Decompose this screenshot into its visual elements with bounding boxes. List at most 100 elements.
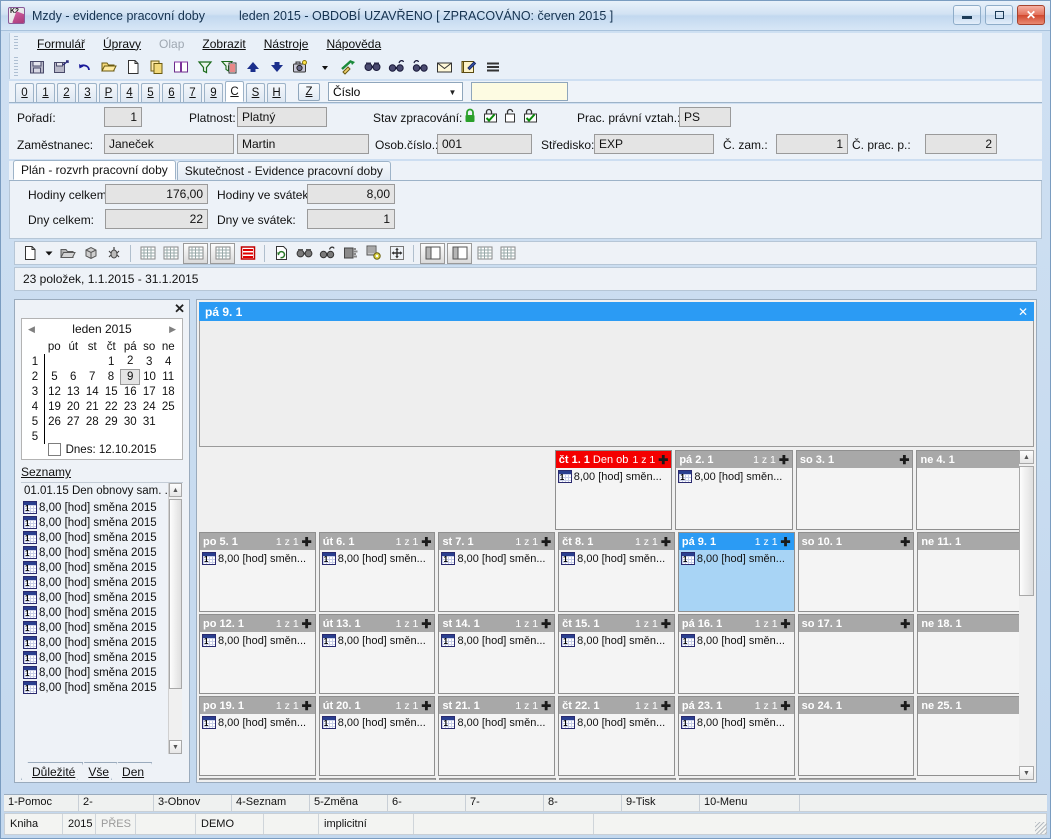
day-cell-body[interactable]: 8,00 [hod] směn...	[319, 632, 435, 693]
hodiny-celkem-field[interactable]: 176,00	[105, 184, 208, 204]
list-item[interactable]: 8,00 [hod] směna 2015	[21, 635, 183, 650]
day-event[interactable]: 8,00 [hod] směn...	[678, 470, 790, 483]
delete-bug-icon[interactable]	[103, 243, 124, 264]
day-event[interactable]: 8,00 [hod] směn...	[202, 634, 313, 647]
day-cell-body[interactable]: 8,00 [hod] směn...	[559, 714, 674, 775]
day-cell[interactable]: po 26. 11 z 1✚	[199, 778, 316, 780]
calendar-day-17[interactable]: 17	[140, 384, 159, 399]
day-cell[interactable]: út 20. 1 1 z 1✚ 8,00 [hod] směn...	[318, 696, 436, 776]
day-event[interactable]: 8,00 [hod] směn...	[441, 716, 552, 729]
lock-green-icon[interactable]	[464, 108, 476, 127]
day-cell-body[interactable]	[798, 714, 914, 775]
day-cell-header[interactable]: út 20. 1 1 z 1 ✚	[319, 697, 435, 714]
list-item[interactable]: 8,00 [hod] směna 2015	[21, 650, 183, 665]
day-cell[interactable]: út 6. 1 1 z 1✚ 8,00 [hod] směn...	[318, 532, 436, 612]
day-cell[interactable]: so 3. 1 ✚	[795, 450, 914, 530]
tab-vse[interactable]: Vše	[77, 762, 117, 780]
day-cell[interactable]: ne 4. 1✚	[916, 450, 1034, 530]
calendar-day-4[interactable]: 4	[159, 354, 178, 369]
list-item[interactable]: 8,00 [hod] směna 2015	[21, 515, 183, 530]
shift-list-scrollbar[interactable]: ▲ ▼	[168, 483, 182, 754]
day-event[interactable]: 8,00 [hod] směn...	[321, 716, 433, 729]
calendar-day-20[interactable]: 20	[64, 399, 83, 414]
day-cell-body[interactable]	[798, 632, 914, 693]
day-cell-body[interactable]: 8,00 [hod] směn...	[319, 714, 435, 775]
function-key-7[interactable]: 7-	[466, 795, 544, 811]
calendar-day-3[interactable]: 3	[140, 354, 159, 369]
add-item-icon[interactable]: ✚	[661, 618, 671, 630]
day-cell-header[interactable]: ne 18. 1✚	[918, 615, 1034, 632]
day-cell-body[interactable]: 8,00 [hod] směn...	[676, 468, 792, 529]
add-item-icon[interactable]: ✚	[541, 700, 551, 712]
filter-list-icon[interactable]	[218, 56, 239, 77]
poradi-field[interactable]: 1	[104, 107, 142, 127]
search-input[interactable]	[471, 82, 568, 101]
day-cell-body[interactable]	[796, 468, 913, 529]
menu-item-zobrazit[interactable]: Zobrazit	[193, 35, 254, 53]
day-event[interactable]: 8,00 [hod] směn...	[441, 552, 552, 565]
calendar-day-13[interactable]: 13	[64, 384, 83, 399]
split-right-icon[interactable]	[447, 242, 472, 264]
day-cell-header[interactable]: čt 22. 1 1 z 1 ✚	[559, 697, 674, 714]
day-cell[interactable]: ne 18. 1✚	[917, 614, 1034, 694]
grid-view2-icon[interactable]	[210, 242, 235, 264]
day-cell[interactable]: so 10. 1 ✚	[797, 532, 915, 612]
scrollbar-thumb[interactable]	[1019, 466, 1034, 596]
scroll-up-icon[interactable]: ▲	[169, 483, 182, 497]
function-key-10[interactable]: 10-Menu	[700, 795, 800, 811]
day-cell-header[interactable]: st 28. 11 z 1✚	[440, 779, 555, 780]
close-icon[interactable]: ✕	[174, 302, 185, 315]
open-folder-icon[interactable]	[98, 56, 119, 77]
day-cell[interactable]: so 24. 1 ✚	[797, 696, 915, 776]
month-grid-scrollbar[interactable]: ▲ ▼	[1019, 450, 1034, 780]
move-up-icon[interactable]	[242, 56, 263, 77]
index-tab-7[interactable]: 7	[183, 83, 202, 102]
day-cell-header[interactable]: čt 1. 1 Den ob 1 z 1 ✚	[555, 451, 672, 468]
day-cell-body[interactable]: 8,00 [hod] směn...	[200, 714, 315, 775]
function-key-9[interactable]: 9-Tisk	[622, 795, 700, 811]
add-item-icon[interactable]: ✚	[302, 700, 312, 712]
day-cell[interactable]: st 28. 11 z 1✚	[439, 778, 556, 780]
calendar-day-24[interactable]: 24	[140, 399, 159, 414]
new-document-icon[interactable]	[122, 56, 143, 77]
next-month-icon[interactable]: ▶	[169, 324, 176, 335]
day-event[interactable]: 8,00 [hod] směn...	[321, 634, 433, 647]
day-cell[interactable]: ne 25. 1✚	[917, 696, 1034, 776]
today-checkbox[interactable]	[47, 443, 61, 456]
list-item[interactable]: 8,00 [hod] směna 2015	[21, 545, 183, 560]
index-tab-6[interactable]: 6	[162, 83, 181, 102]
day-cell-header[interactable]: po 26. 11 z 1✚	[200, 779, 315, 780]
day-cell[interactable]: pá 9. 1 1 z 1✚ 8,00 [hod] směn...	[677, 532, 795, 612]
day-cell-header[interactable]: út 27. 11 z 1✚	[320, 779, 435, 780]
day-cell-header[interactable]: so 17. 1 ✚	[798, 615, 914, 632]
index-tab-c[interactable]: C	[225, 81, 244, 102]
calendar-day-9[interactable]: 9	[120, 368, 141, 385]
function-key-3[interactable]: 3-Obnov	[154, 795, 232, 811]
calendar-day-1[interactable]: 1	[102, 354, 121, 369]
day-cell[interactable]: so 17. 1 ✚	[797, 614, 915, 694]
cislo-zamestnance-field[interactable]: 1	[776, 134, 848, 154]
index-tab-9[interactable]: 9	[204, 83, 223, 102]
day-cell-header[interactable]: čt 15. 1 1 z 1 ✚	[559, 615, 674, 632]
calendar-day-19[interactable]: 19	[45, 399, 64, 414]
day-cell-header[interactable]: st 21. 1 1 z 1 ✚	[439, 697, 555, 714]
day-cell[interactable]: čt 29. 11 z 1✚	[559, 778, 676, 780]
calendar-day-26[interactable]: 26	[45, 414, 64, 429]
day-cell[interactable]: pá 2. 1 1 z 1✚ 8,00 [hod] směn...	[675, 450, 793, 530]
menu-lines-icon[interactable]	[482, 56, 503, 77]
calendar-day-21[interactable]: 21	[83, 399, 102, 414]
platnost-field[interactable]: Platný	[237, 107, 327, 127]
find-icon[interactable]	[294, 243, 315, 264]
day-cell-header[interactable]: so 3. 1 ✚	[796, 451, 913, 468]
day-cell-body[interactable]	[917, 468, 1034, 529]
index-tab-3[interactable]: 3	[78, 83, 97, 102]
dropdown-arrow-icon[interactable]	[314, 56, 335, 77]
day-cell-body[interactable]: 8,00 [hod] směn...	[439, 550, 555, 611]
osobni-cislo-field[interactable]: 001	[437, 134, 532, 154]
day-cell-body[interactable]	[918, 632, 1034, 693]
export-icon[interactable]	[338, 56, 359, 77]
day-cell[interactable]: st 7. 1 1 z 1✚ 8,00 [hod] směn...	[438, 532, 556, 612]
day-cell-body[interactable]	[918, 550, 1034, 611]
list-item[interactable]: 8,00 [hod] směna 2015	[21, 620, 183, 635]
add-item-icon[interactable]: ✚	[900, 536, 910, 548]
